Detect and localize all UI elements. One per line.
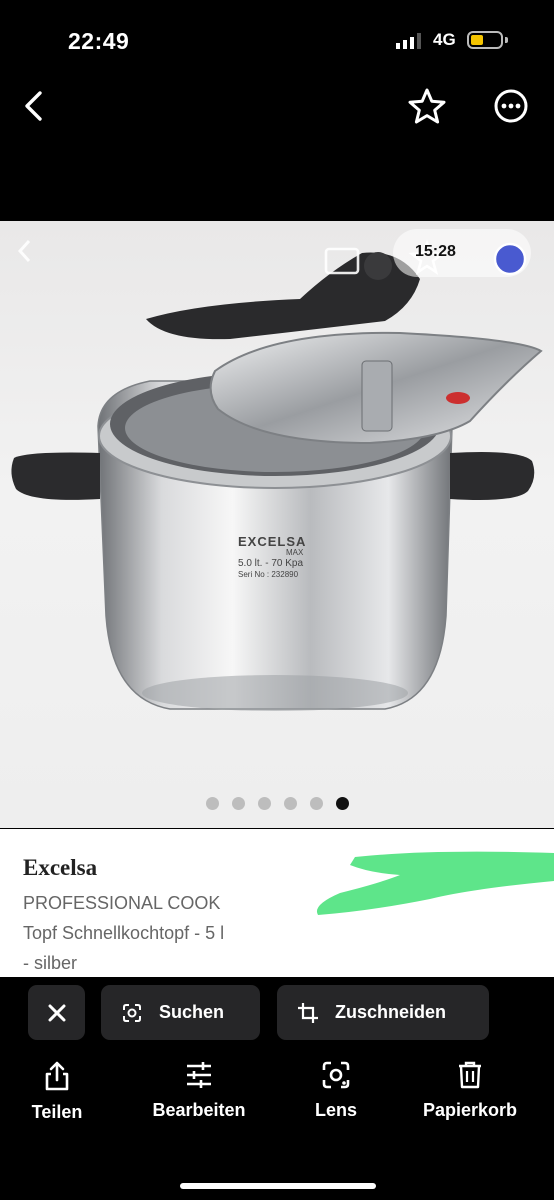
share-icon bbox=[45, 1061, 69, 1091]
search-button[interactable]: Suchen bbox=[101, 985, 260, 1040]
pagination-dot[interactable] bbox=[205, 797, 219, 810]
network-type: 4G bbox=[433, 30, 456, 49]
product-brand: Excelsa bbox=[23, 855, 98, 880]
trash-icon bbox=[459, 1061, 481, 1089]
battery-icon bbox=[467, 31, 503, 49]
pagination-dot[interactable] bbox=[335, 797, 349, 810]
crop-label: Zuschneiden bbox=[335, 1002, 447, 1022]
status-time: 22:49 bbox=[68, 28, 130, 54]
engraving-spec: 5.0 lt. - 70 Kpa bbox=[238, 558, 304, 569]
cellular-signal-icon bbox=[396, 33, 426, 49]
product-line-3: - silber bbox=[23, 953, 78, 973]
pot-engraving: EXCELSA MAX 5.0 lt. - 70 Kpa Seri No : 2… bbox=[238, 534, 307, 580]
product-photo[interactable]: 15:28 EXCELSA MAX 5.0 lt. - 70 Kpa Seri … bbox=[0, 221, 554, 828]
back-chevron-icon[interactable] bbox=[22, 90, 46, 122]
share-action[interactable]: Teilen bbox=[0, 1060, 117, 1123]
more-options-icon[interactable] bbox=[494, 89, 528, 123]
redaction-scribble bbox=[310, 845, 554, 925]
lens-label: Lens bbox=[314, 1100, 357, 1120]
edit-action[interactable]: Bearbeiten bbox=[139, 1060, 259, 1121]
favorite-star-icon[interactable] bbox=[408, 88, 446, 124]
crop-button[interactable]: Zuschneiden bbox=[277, 985, 489, 1040]
pagination-dot[interactable] bbox=[257, 797, 271, 810]
pagination-dot[interactable] bbox=[283, 797, 297, 810]
engraving-serial: Seri No : 232890 bbox=[238, 570, 299, 579]
product-line-2: Topf Schnellkochtopf - 5 l bbox=[23, 923, 225, 943]
share-label: Teilen bbox=[31, 1102, 83, 1122]
close-button[interactable] bbox=[28, 985, 85, 1040]
overlay-time: 15:28 bbox=[415, 243, 456, 260]
trash-label: Papierkorb bbox=[422, 1100, 518, 1120]
crop-icon bbox=[298, 1002, 318, 1023]
image-pagination[interactable] bbox=[0, 797, 554, 810]
search-label: Suchen bbox=[159, 1002, 225, 1022]
lens-action[interactable]: Lens bbox=[276, 1060, 396, 1121]
pagination-dot[interactable] bbox=[309, 797, 323, 810]
battery-cap bbox=[505, 37, 508, 43]
lens-search-icon bbox=[123, 1003, 141, 1022]
pagination-dot[interactable] bbox=[231, 797, 245, 810]
home-indicator[interactable] bbox=[180, 1183, 376, 1189]
close-icon bbox=[48, 1004, 65, 1021]
engraving-brand: EXCELSA bbox=[238, 534, 307, 549]
edit-sliders-icon bbox=[187, 1062, 211, 1088]
edit-label: Bearbeiten bbox=[152, 1100, 246, 1120]
product-line-1: PROFESSIONAL COOK bbox=[23, 893, 221, 913]
trash-action[interactable]: Papierkorb bbox=[410, 1060, 530, 1121]
product-description: PROFESSIONAL COOK Topf Schnellkochtopf -… bbox=[23, 888, 283, 978]
lens-icon bbox=[322, 1061, 350, 1089]
